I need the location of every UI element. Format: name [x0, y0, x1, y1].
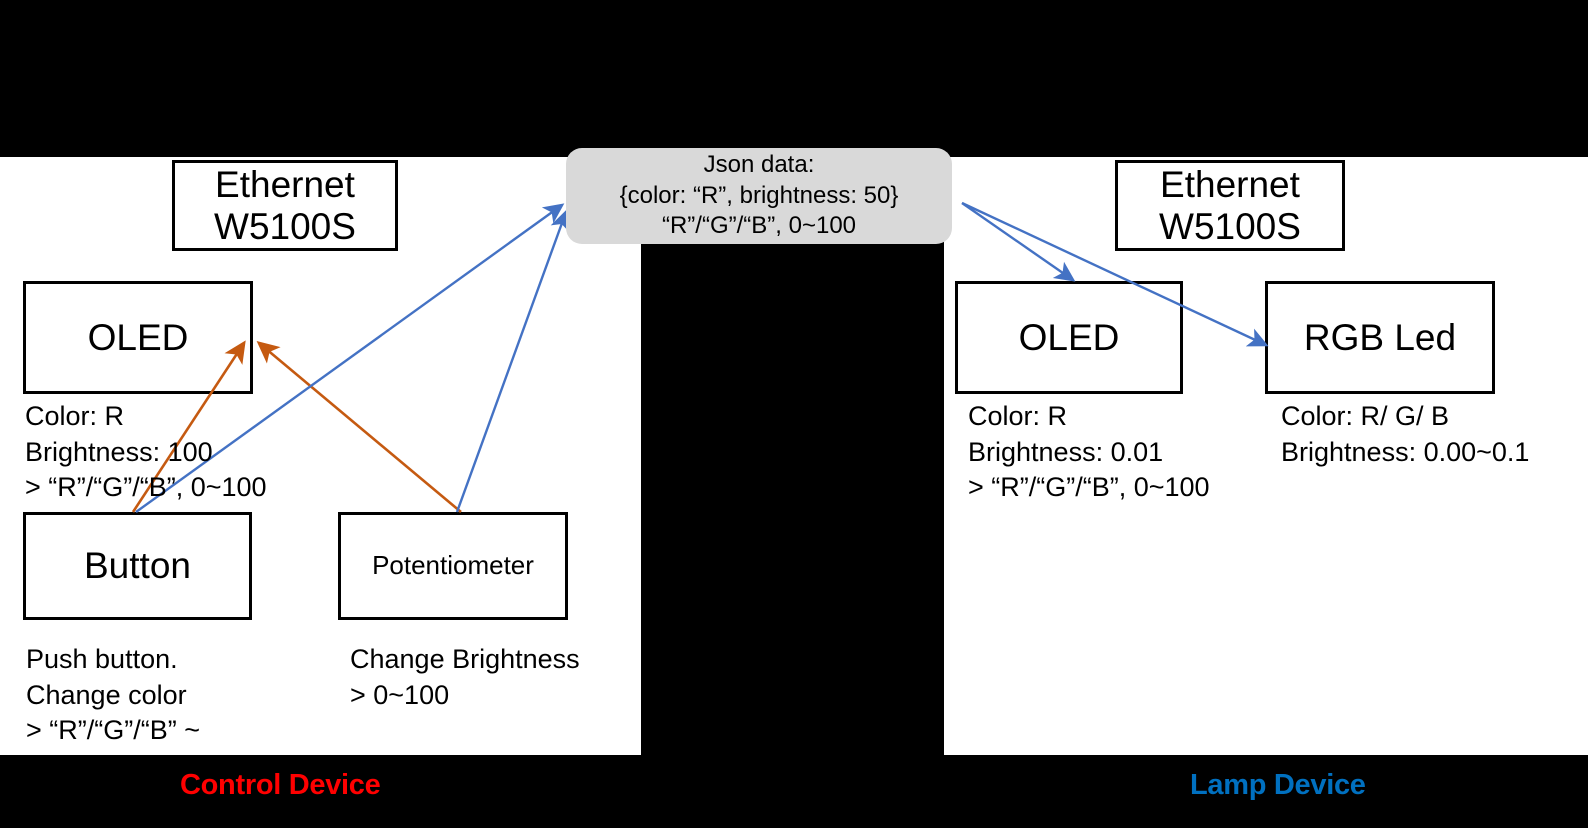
lamp-rgb-led-node: RGB Led [1265, 281, 1495, 394]
lamp-rgb-led-caption: Color: R/ G/ B Brightness: 0.00~0.1 [1281, 401, 1530, 467]
lamp-device-label: Lamp Device [1190, 769, 1366, 801]
lamp-oled-caption: Color: R Brightness: 0.01 > “R”/“G”/“B”,… [968, 401, 1210, 503]
diagram-canvas: Json data: {color: “R”, brightness: 50} … [0, 0, 1588, 828]
control-button-node: Button [23, 512, 252, 620]
json-data-packet: Json data: {color: “R”, brightness: 50} … [566, 148, 952, 244]
control-oled-caption: Color: R Brightness: 100 > “R”/“G”/“B”, … [25, 401, 267, 503]
control-button-caption: Push button. Change color > “R”/“G”/“B” … [26, 644, 200, 746]
json-line-1: {color: “R”, brightness: 50} [619, 181, 899, 209]
json-line-2: “R”/“G”/“B”, 0~100 [661, 212, 857, 240]
json-title: Json data: [703, 150, 815, 178]
control-device-label: Control Device [180, 769, 381, 801]
lamp-oled-node: OLED [955, 281, 1183, 394]
control-ethernet-node: Ethernet W5100S [172, 160, 398, 251]
lamp-ethernet-node: Ethernet W5100S [1115, 160, 1345, 251]
control-potentiometer-caption: Change Brightness > 0~100 [350, 644, 580, 710]
control-potentiometer-node: Potentiometer [338, 512, 568, 620]
control-oled-node: OLED [23, 281, 253, 394]
